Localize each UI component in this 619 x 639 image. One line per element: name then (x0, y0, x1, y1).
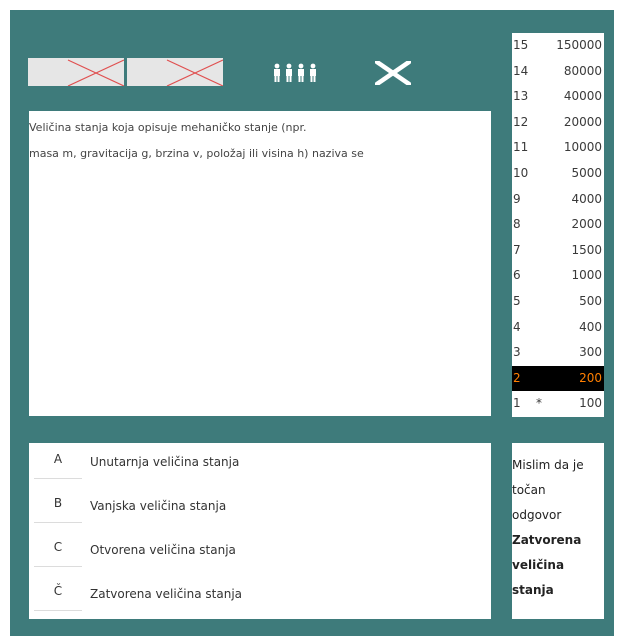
hint-text-line-2: točan (512, 483, 546, 497)
prize-level: 6 (513, 268, 521, 283)
quit-button[interactable] (374, 59, 412, 87)
prize-row-12: 12 20000 (512, 110, 604, 136)
prize-level: 7 (513, 242, 521, 257)
question-panel: Veličina stanja koja opisuje mehaničko s… (29, 111, 491, 416)
prize-row-15: 15 150000 (512, 33, 604, 59)
prize-row-14: 14 80000 (512, 59, 604, 85)
prize-level: 3 (513, 345, 521, 360)
close-icon (374, 59, 412, 87)
prize-amount: 300 (579, 345, 602, 360)
prize-row-11: 11 10000 (512, 135, 604, 161)
answer-a-button[interactable]: A Unutarnja veličina stanja (29, 443, 491, 487)
prize-amount: 5000 (571, 166, 602, 180)
prize-row-10: 10 5000 (512, 161, 604, 187)
prize-level: 13 (513, 89, 529, 104)
prize-row-5: 5 500 (512, 289, 604, 315)
used-cross-icon (166, 59, 223, 86)
answer-letter: C (34, 531, 82, 567)
prize-amount: 10000 (563, 140, 602, 155)
safe-level-marker: * (536, 396, 542, 411)
answer-text: Zatvorena veličina stanja (90, 587, 243, 601)
answer-b-button[interactable]: B Vanjska veličina stanja (29, 487, 491, 531)
prize-amount: 150000 (556, 38, 602, 52)
prize-level: 8 (513, 217, 521, 232)
answer-text: Vanjska veličina stanja (90, 499, 227, 513)
prize-level: 11 (513, 140, 529, 155)
prize-amount: 2000 (571, 217, 602, 232)
question-text-line-1: Veličina stanja koja opisuje mehaničko s… (29, 121, 307, 134)
prize-amount: 1500 (571, 242, 602, 257)
prize-level: 10 (513, 166, 529, 180)
prize-amount: 40000 (563, 89, 602, 104)
prize-level: 2 (513, 370, 521, 385)
prize-level: 5 (513, 294, 521, 308)
prize-amount: 100 (579, 396, 602, 411)
prize-amount: 80000 (563, 63, 602, 78)
prize-amount: 1000 (571, 268, 602, 283)
prize-row-8: 8 2000 (512, 212, 604, 238)
prize-amount: 500 (579, 294, 602, 308)
phone-joker-used (127, 58, 223, 86)
friend-hint-panel: Mislim da je točan odgovor Zatvorena vel… (512, 443, 604, 619)
answer-c-button[interactable]: C Otvorena veličina stanja (29, 531, 491, 575)
hint-answer-line-3: stanja (512, 583, 554, 597)
answer-text: Otvorena veličina stanja (90, 543, 236, 557)
prize-row-7: 7 1500 (512, 238, 604, 264)
answer-d-button[interactable]: Č Zatvorena veličina stanja (29, 575, 491, 619)
question-text-line-2: masa m, gravitacija g, brzina v, položaj… (29, 147, 364, 160)
answers-panel: A Unutarnja veličina stanja B Vanjska ve… (29, 443, 491, 619)
prize-amount: 400 (579, 319, 602, 334)
audience-icon (274, 63, 316, 82)
prize-row-6: 6 1000 (512, 263, 604, 289)
prize-row-4: 4 400 (512, 315, 604, 341)
prize-row-3: 3 300 (512, 340, 604, 366)
answer-letter: A (34, 443, 82, 479)
prize-row-1: 1 * 100 (512, 391, 604, 417)
answer-letter: Č (34, 575, 82, 611)
hint-answer-line-2: veličina (512, 558, 565, 572)
answer-letter: B (34, 487, 82, 523)
hint-text-line-3: odgovor (512, 508, 562, 522)
used-cross-icon (67, 59, 124, 86)
prize-level: 14 (513, 63, 529, 78)
audience-button[interactable] (271, 63, 319, 83)
prize-amount: 200 (579, 370, 602, 385)
prize-row-2: 2 200 (512, 365, 604, 392)
prize-level: 15 (513, 38, 529, 52)
prize-amount: 20000 (563, 114, 602, 129)
prize-level: 9 (513, 191, 521, 206)
prize-level: 1 (513, 396, 521, 411)
prize-level: 4 (513, 319, 521, 334)
hint-text-line-1: Mislim da je (512, 458, 584, 472)
hint-answer-line-1: Zatvorena (512, 533, 582, 547)
prize-ladder: 15 150000 14 80000 13 40000 12 20000 11 10000 10 50… (512, 33, 604, 417)
fifty-fifty-joker-used (28, 58, 124, 86)
prize-amount: 4000 (571, 191, 602, 206)
prize-level: 12 (513, 114, 529, 129)
prize-row-9: 9 4000 (512, 187, 604, 213)
prize-row-13: 13 40000 (512, 84, 604, 110)
answer-text: Unutarnja veličina stanja (90, 455, 240, 469)
